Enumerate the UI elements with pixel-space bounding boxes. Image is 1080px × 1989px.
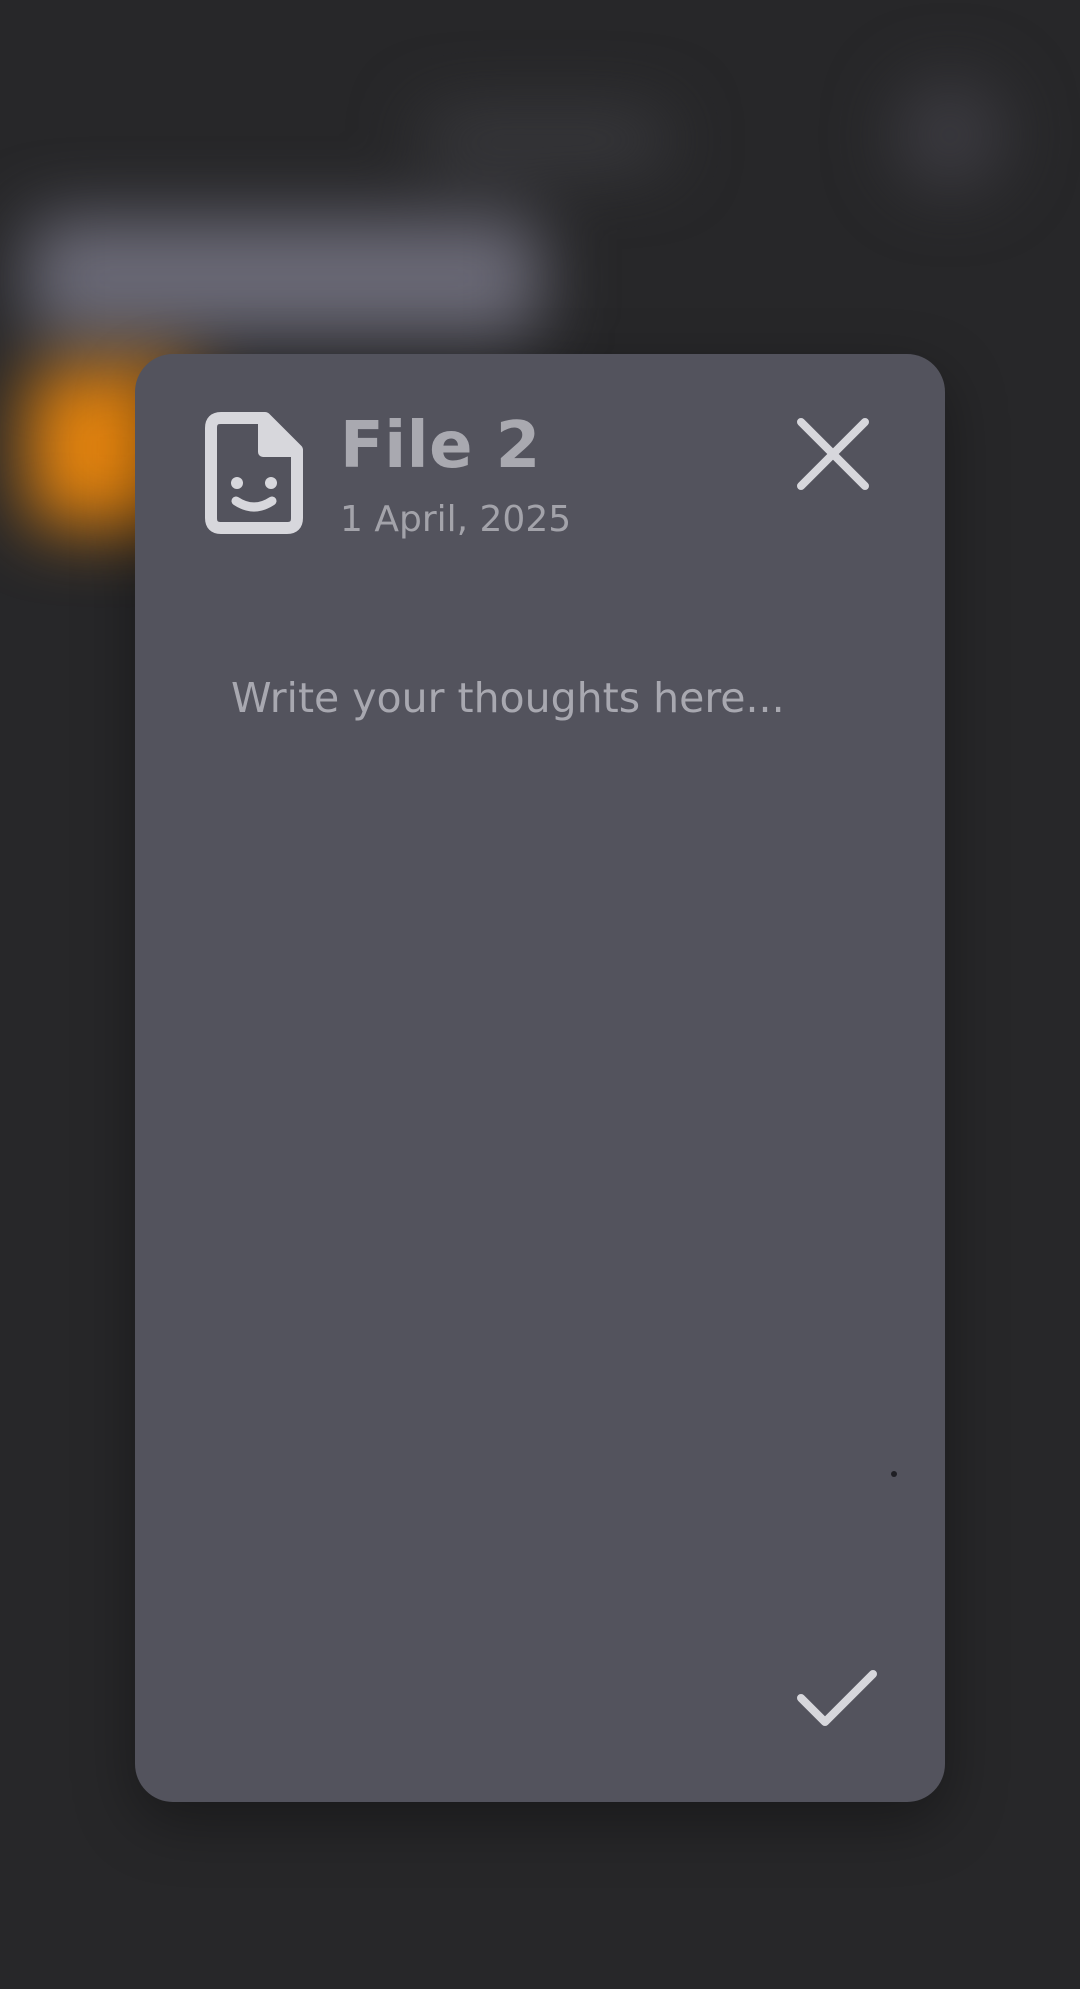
close-icon[interactable] xyxy=(795,416,871,492)
note-editor-dialog: File 2 1 April, 2025 xyxy=(135,354,945,1802)
background-card xyxy=(28,218,540,338)
background-header-title xyxy=(420,112,670,168)
check-icon[interactable] xyxy=(795,1664,879,1736)
screen: File 2 1 April, 2025 xyxy=(0,0,1080,1989)
cursor-dot xyxy=(891,1471,897,1477)
file-smile-icon xyxy=(205,412,303,534)
background-avatar xyxy=(895,80,1005,190)
note-text-input[interactable] xyxy=(231,672,851,1572)
note-title: File 2 xyxy=(340,409,541,483)
note-date: 1 April, 2025 xyxy=(340,499,572,540)
